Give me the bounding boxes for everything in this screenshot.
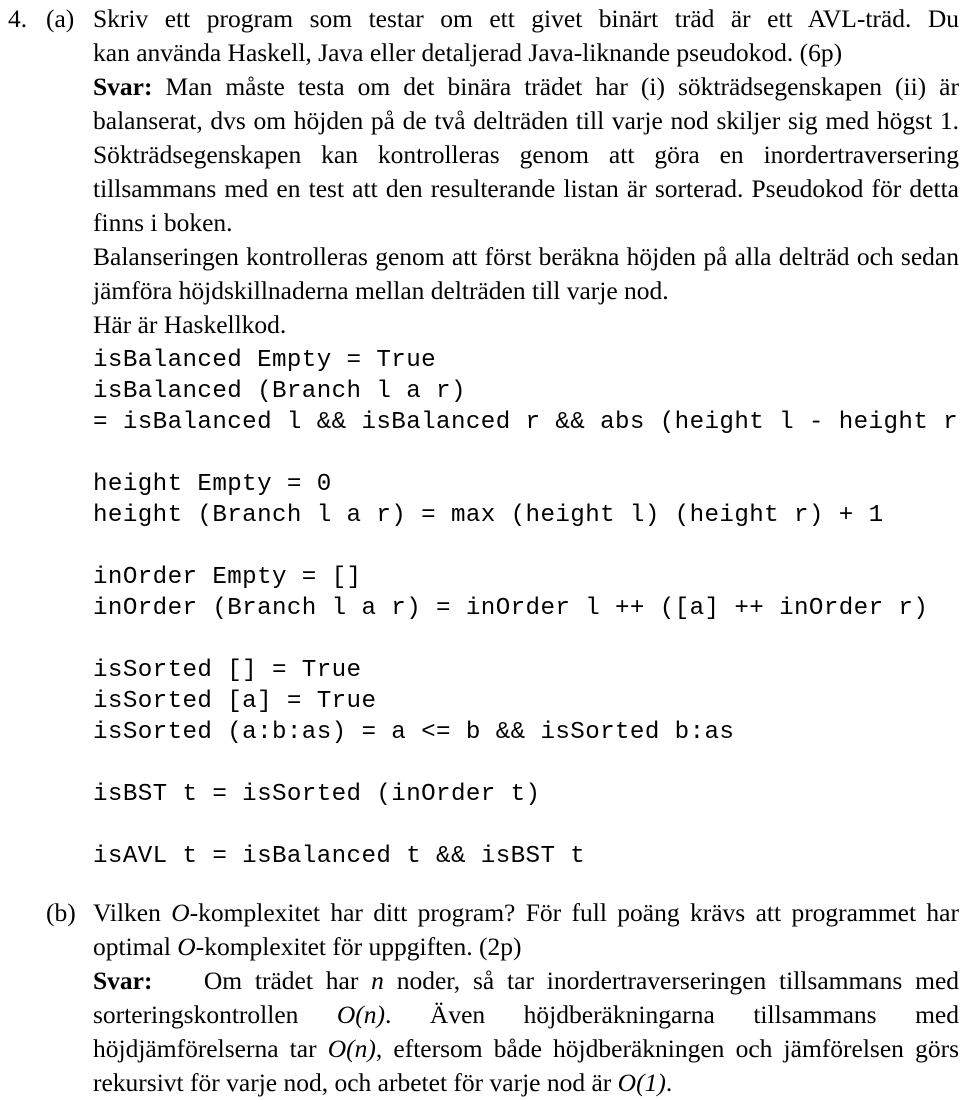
part-b-answer-spacer (153, 966, 204, 995)
part-b-label: (b) (46, 898, 76, 927)
part-a-answer-label: Svar: (93, 72, 153, 101)
code-line: = isBalanced l && isBalanced r && abs (h… (93, 409, 960, 436)
part-b-prompt-math-o-2: O (177, 932, 196, 961)
code-line: isBST t = isSorted (inOrder t) (93, 781, 541, 808)
part-b-answer-segment-5: . (665, 1068, 673, 1097)
part-a-content: Skriv ett program som testar om ett give… (93, 2, 959, 342)
code-line: isSorted [a] = True (93, 688, 377, 715)
part-a-answer-paragraph-3: Här är Haskellkod. (93, 310, 287, 339)
code-line: inOrder (Branch l a r) = inOrder l ++ ([… (93, 595, 929, 622)
code-line: isBalanced Empty = True (93, 347, 437, 374)
part-a-label: (a) (46, 4, 75, 33)
code-line: isSorted [] = True (93, 657, 362, 684)
part-b-prompt: Vilken O-komplexitet har ditt program? F… (93, 896, 959, 964)
haskell-code-block: isBalanced Empty = True isBalanced (Branc… (93, 345, 960, 872)
question-number: 4. (8, 4, 28, 33)
part-a-prompt-line-1: Skriv ett program som testar om ett give… (93, 4, 959, 33)
part-b-answer-math-o-1: O(1) (617, 1068, 666, 1097)
part-a-answer-paragraph-2: Balanseringen kontrolleras genom att för… (93, 242, 959, 305)
part-b-prompt-segment-1: Vilken (93, 898, 172, 927)
code-line: isAVL t = isBalanced t && isBST t (93, 843, 586, 870)
code-line: inOrder Empty = [] (93, 564, 362, 591)
part-b-answer-math-n: n (371, 966, 384, 995)
code-line: isBalanced (Branch l a r) (93, 378, 466, 405)
exam-solution-page: 4. (a) Skriv ett program som testar om e… (0, 0, 960, 1097)
code-line: height (Branch l a r) = max (height l) (… (93, 502, 884, 529)
part-b-answer-segment-1: Om trädet har (203, 966, 372, 995)
part-a-prompt-line-2: kan använda Haskell, Java eller detaljer… (93, 38, 843, 67)
part-b-prompt-math-o-1: O (171, 898, 190, 927)
part-b-answer: Svar: Om trädet har n noder, så tar inor… (93, 964, 959, 1100)
code-line: isSorted (a:b:as) = a <= b && isSorted b… (93, 719, 735, 746)
part-b-content: Vilken O-komplexitet har ditt program? F… (93, 896, 959, 1100)
code-line: height Empty = 0 (93, 471, 332, 498)
part-b-answer-label: Svar: (93, 966, 153, 995)
part-b-answer-math-on-2: O(n) (327, 1034, 376, 1063)
part-b-answer-math-on-1: O(n) (336, 1000, 386, 1029)
part-b-prompt-segment-3: -komplexitet för uppgiften. (2p) (195, 932, 522, 961)
part-a-answer-text-1: Man måste testa om det binära trädet har… (93, 72, 959, 237)
part-a-answer-paragraph-1: Svar: Man måste testa om det binära träd… (93, 70, 959, 240)
